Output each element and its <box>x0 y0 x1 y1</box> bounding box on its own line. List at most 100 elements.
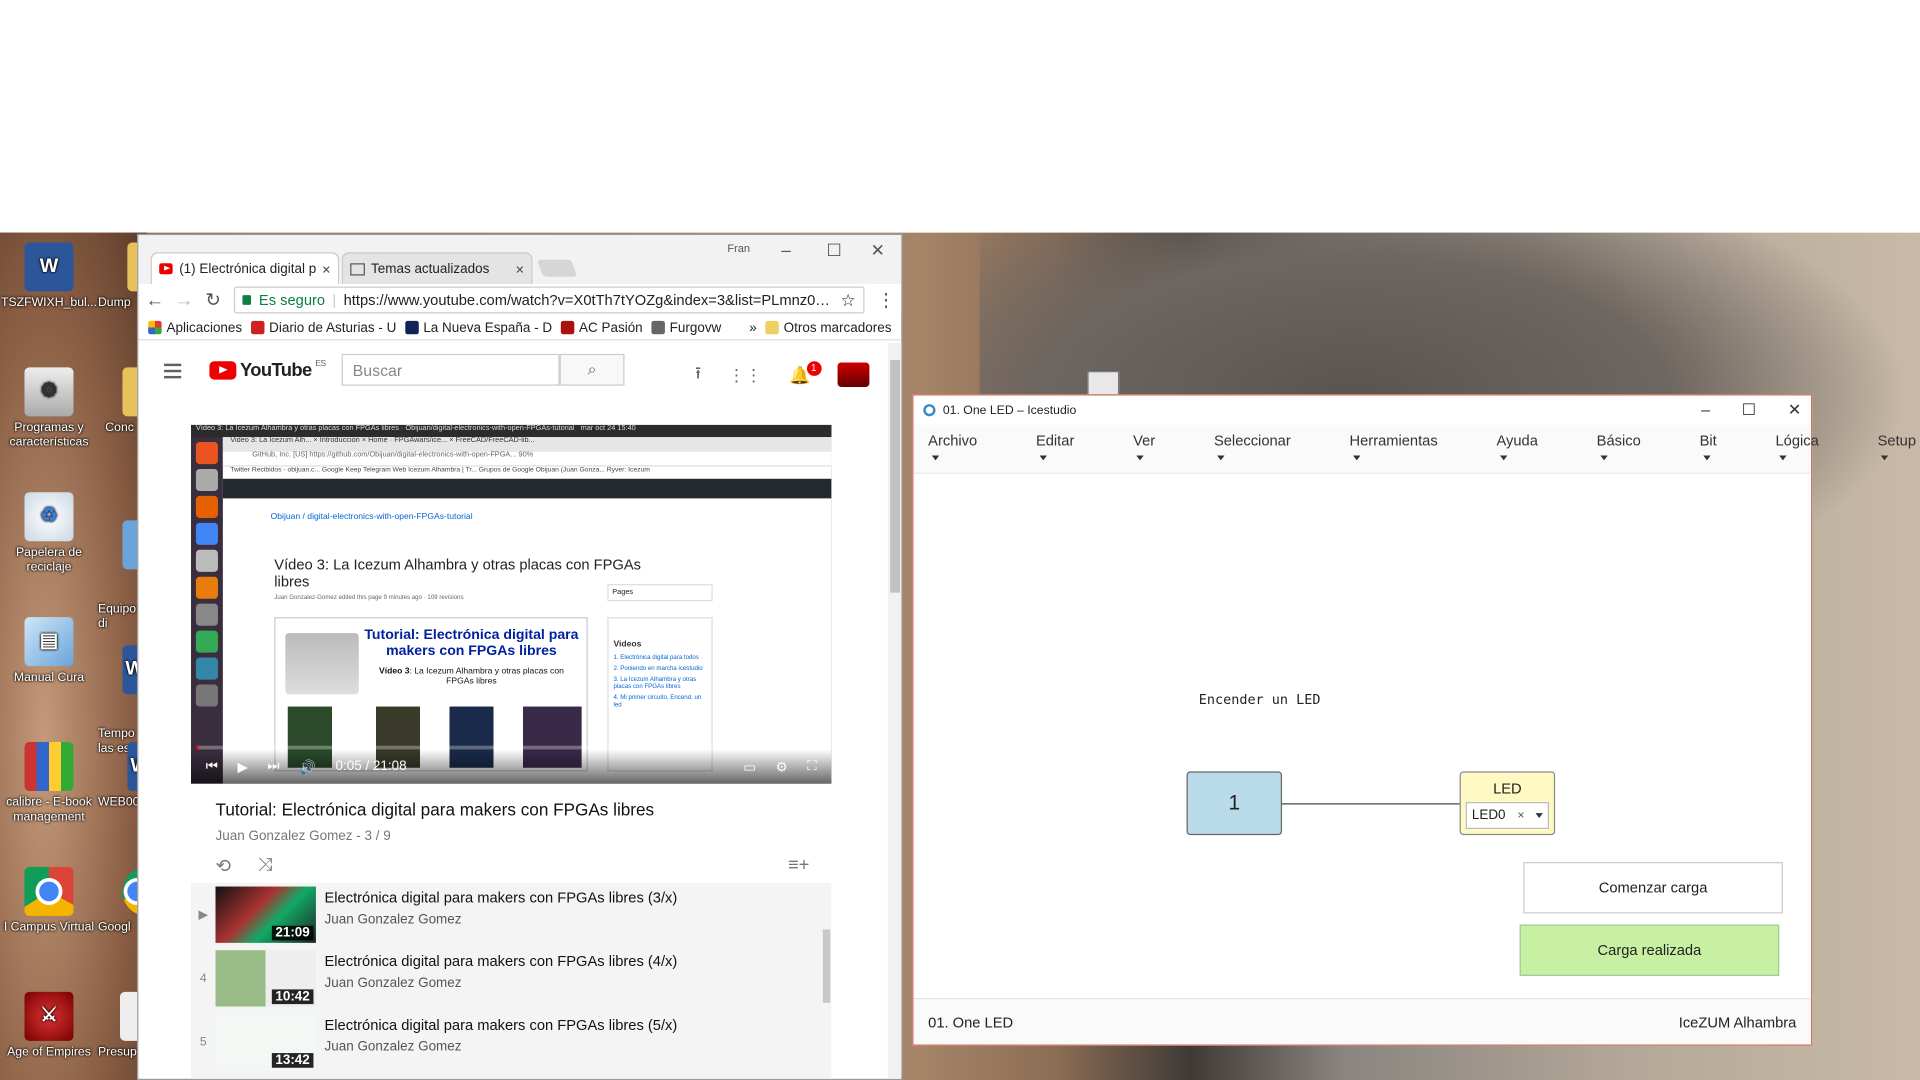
bookmark-diario[interactable]: Diario de Asturias - U <box>250 320 396 335</box>
menu-seleccionar[interactable]: Seleccionar <box>1214 432 1320 466</box>
youtube-logo[interactable]: YouTube ES <box>209 360 326 381</box>
scrollbar-thumb[interactable] <box>890 360 901 593</box>
upload-button[interactable]: Comenzar carga <box>1523 862 1783 914</box>
menu-label: Seleccionar <box>1213 431 1291 449</box>
playlist: ▶ 21:09 Electrónica digital para makers … <box>191 882 832 1079</box>
shuffle-icon[interactable]: ⤨ <box>258 855 273 877</box>
desktop-icon-cura-manual[interactable]: ▤ Manual Cura <box>0 617 98 685</box>
more-bookmarks-icon[interactable]: » <box>749 320 757 335</box>
clear-icon[interactable]: × <box>1517 809 1524 822</box>
close-icon[interactable]: ✕ <box>871 240 885 261</box>
fullscreen-icon[interactable]: ⛶ <box>807 759 816 775</box>
menu-ayuda[interactable]: Ayuda <box>1496 432 1567 466</box>
minimize-icon[interactable]: – <box>781 240 791 260</box>
playlist-scrollbar[interactable] <box>822 929 831 1003</box>
menu-herramientas[interactable]: Herramientas <box>1350 432 1468 466</box>
loop-icon[interactable]: ⟲ <box>216 855 231 877</box>
desktop-icon-dump[interactable]: Dump <box>98 242 157 310</box>
maximize-icon[interactable]: ☐ <box>827 240 842 261</box>
new-tab-button[interactable] <box>536 259 578 277</box>
caret-down-icon <box>1881 455 1889 461</box>
search-input[interactable]: Buscar <box>341 353 560 386</box>
menu-logica[interactable]: Lógica <box>1776 432 1849 466</box>
icestudio-logo-icon <box>923 404 936 417</box>
led-output-block[interactable]: LED LED0 × <box>1459 771 1556 836</box>
wire[interactable] <box>1282 803 1460 805</box>
tab-youtube[interactable]: (1) Electrónica digital pa × <box>150 252 340 285</box>
desktop-icon-programs[interactable]: ⚙ Programas y características <box>0 367 98 449</box>
save-playlist-icon[interactable]: ≡+ <box>788 855 809 877</box>
desktop-icon-word-doc[interactable]: W TSZFWIXH_bul... <box>0 242 98 310</box>
constant-block[interactable]: 1 <box>1186 771 1283 836</box>
menu-dots-icon[interactable]: ⋮ <box>877 289 895 311</box>
maximize-icon[interactable]: ☐ <box>1742 400 1756 420</box>
profile-name[interactable]: Fran <box>727 242 750 254</box>
playlist-item[interactable]: 4 10:42 Electrónica digital para makers … <box>191 947 815 1011</box>
other-bookmarks[interactable]: Otros marcadores <box>765 320 891 335</box>
close-icon[interactable]: ✕ <box>1788 400 1801 420</box>
tab-close-icon[interactable]: × <box>515 260 524 277</box>
settings-gear-icon[interactable]: ⚙ <box>776 759 788 775</box>
comment-block[interactable]: Encender un LED <box>1199 692 1321 708</box>
next-icon[interactable]: ⏭ <box>267 759 279 775</box>
previous-icon[interactable]: ⏮ <box>206 759 218 775</box>
inner-link: 3. La Icezum Alhambra y otras placas con… <box>613 675 697 691</box>
video-player[interactable]: Vídeo 3: La Icezum Alhambra y otras plac… <box>191 424 832 784</box>
window-controls: – ☐ ✕ <box>1701 400 1801 420</box>
desktop-icon-conc[interactable]: Conc <box>105 367 147 435</box>
play-icon[interactable]: ▶ <box>237 759 247 775</box>
youtube-play-icon <box>209 361 237 380</box>
forward-icon[interactable]: → <box>175 290 193 311</box>
desktop-icon-google[interactable]: Googl <box>98 866 152 935</box>
bookmark-star-icon[interactable]: ☆ <box>841 290 856 311</box>
ac-icon <box>560 320 575 335</box>
inner-repo: Obijuan / digital-electronics-with-open-… <box>270 513 473 522</box>
menu-setup[interactable]: Setup <box>1878 432 1920 466</box>
pin-select[interactable]: LED0 × <box>1465 802 1549 829</box>
bookmark-label: La Nueva España - D <box>423 320 553 335</box>
menu-editar[interactable]: Editar <box>1036 432 1104 466</box>
bookmark-label: Otros marcadores <box>783 320 892 335</box>
caret-down-icon <box>1600 455 1608 461</box>
desktop-icon-label: WEB00 <box>97 795 140 810</box>
playlist-item[interactable]: 5 13:42 Electrónica digital para makers … <box>191 1010 815 1074</box>
design-canvas[interactable]: Encender un LED 1 LED LED0 × Comenzar ca… <box>913 473 1812 998</box>
desktop-icon-presup[interactable]: Presup <box>98 991 143 1060</box>
notifications-icon[interactable]: 🔔 1 <box>789 360 822 385</box>
menu-ver[interactable]: Ver <box>1133 432 1184 466</box>
desktop-icon-campus-virtual[interactable]: I Campus Virtual <box>0 866 98 935</box>
hamburger-menu-icon[interactable] <box>164 363 182 379</box>
desktop-icon-recycle-bin[interactable]: ♻ Papelera de reciclaje <box>0 492 98 574</box>
search-button[interactable]: ⌕ <box>559 353 625 386</box>
menu-basico[interactable]: Básico <box>1597 432 1671 466</box>
bookmark-ac-pasion[interactable]: AC Pasión <box>560 320 643 335</box>
tab-close-icon[interactable]: × <box>322 260 331 277</box>
bookmark-furgovw[interactable]: Furgovw <box>651 320 721 335</box>
board-name[interactable]: IceZUM Alhambra <box>1679 1013 1797 1030</box>
bookmark-label: Aplicaciones <box>166 320 243 335</box>
subtitles-icon[interactable]: ▭ <box>743 759 756 775</box>
tab-temas[interactable]: Temas actualizados × <box>341 252 533 285</box>
apps-grid-icon[interactable]: ⋮⋮ <box>728 364 762 385</box>
menu-bit[interactable]: Bit <box>1700 432 1747 466</box>
desktop-icon-calibre[interactable]: calibre - E-book management <box>0 742 98 824</box>
page-scrollbar[interactable] <box>887 342 902 1079</box>
address-bar[interactable]: Es seguro | https://www.youtube.com/watc… <box>233 286 865 314</box>
reload-icon[interactable]: ↻ <box>204 289 221 311</box>
browser-toolbar: ← → ↻ Es seguro | https://www.youtube.co… <box>138 284 902 316</box>
minimize-icon[interactable]: – <box>1701 400 1710 420</box>
playlist-subtitle[interactable]: Juan Gonzalez Gomez - 3 / 9 <box>216 829 391 844</box>
playlist-item[interactable]: ▶ 21:09 Electrónica digital para makers … <box>191 883 815 947</box>
avatar[interactable] <box>837 362 870 387</box>
menu-label: Setup <box>1877 431 1916 449</box>
bookmark-nueva-espana[interactable]: La Nueva España - D <box>404 320 553 335</box>
time-display: 0:05 / 21:08 <box>335 759 407 774</box>
upload-icon[interactable]: ⭱ <box>695 360 701 389</box>
desktop-icon-web00[interactable]: W WEB00 <box>97 742 152 810</box>
volume-icon[interactable]: 🔊 <box>299 759 316 775</box>
desktop-icon-age-of-empires[interactable]: ⚔ Age of Empires <box>0 991 98 1060</box>
bookmark-apps[interactable]: Aplicaciones <box>148 320 242 335</box>
menu-archivo[interactable]: Archivo <box>928 432 1006 466</box>
back-icon[interactable]: ← <box>146 290 164 311</box>
inner-link: 1. Electrónica digital para todos <box>613 653 699 662</box>
